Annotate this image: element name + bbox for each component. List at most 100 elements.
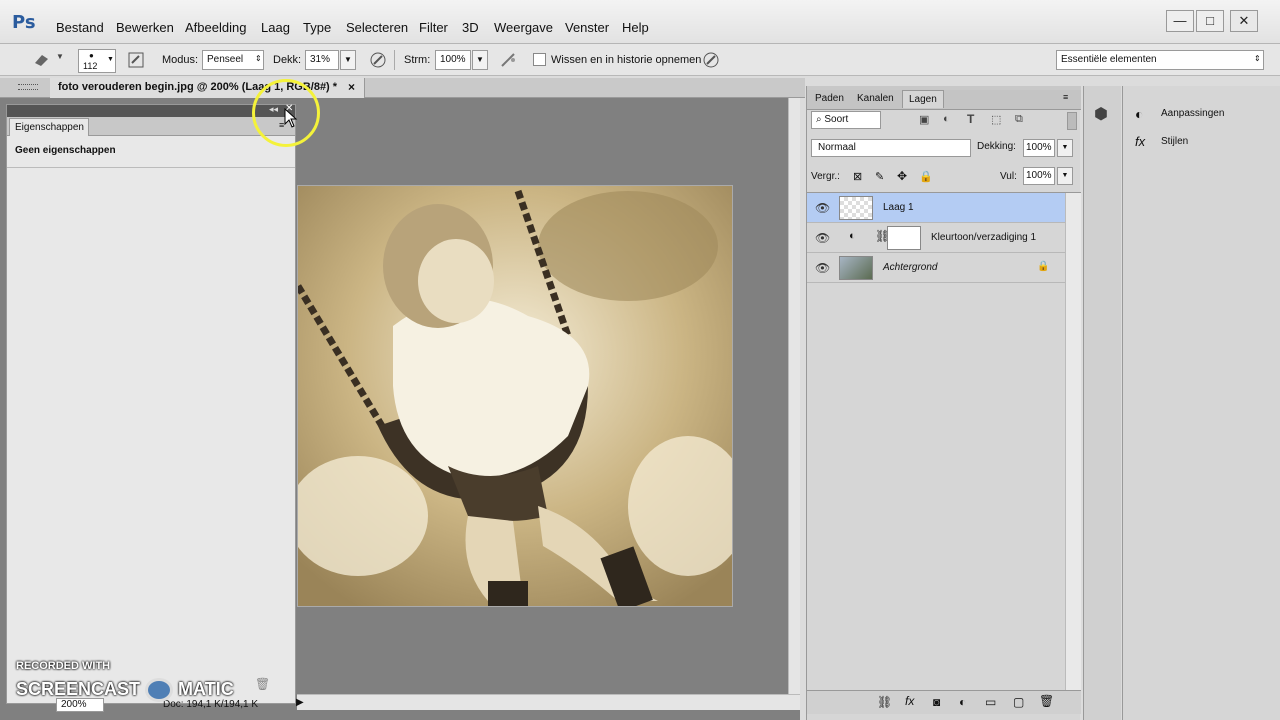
- pressure-opacity-icon[interactable]: [369, 51, 387, 72]
- opacity-input[interactable]: 100%: [1023, 139, 1055, 157]
- divider: [394, 50, 395, 70]
- new-group-icon[interactable]: ▭: [985, 695, 996, 709]
- eraser-tool-icon[interactable]: [32, 51, 52, 70]
- document-tab[interactable]: foto verouderen begin.jpg @ 200% (Laag 1…: [50, 78, 365, 98]
- visibility-eye-icon[interactable]: 👁: [815, 261, 830, 275]
- menu-help[interactable]: Help: [622, 20, 649, 35]
- lock-move-icon[interactable]: ✥: [897, 169, 907, 183]
- strm-input[interactable]: 100%: [435, 50, 471, 70]
- opacity-dropdown-icon[interactable]: ▼: [1057, 139, 1073, 157]
- visibility-eye-icon[interactable]: 👁: [815, 201, 830, 215]
- sepia-photo-child-on-swing[interactable]: [297, 185, 733, 607]
- layer-name[interactable]: Laag 1: [883, 202, 914, 213]
- type-filter-icon[interactable]: T: [967, 112, 974, 126]
- layer-name[interactable]: Kleurtoon/verzadiging 1: [931, 232, 1036, 243]
- adjustment-layer-icon: ◐: [849, 230, 856, 242]
- airbrush-icon[interactable]: [499, 51, 517, 72]
- menu-venster[interactable]: Venster: [565, 20, 609, 35]
- lock-brush-icon[interactable]: ✎: [875, 170, 884, 183]
- properties-panel: ◂◂ ✕ Eigenschappen ≡ Geen eigenschappen …: [6, 103, 296, 704]
- layer-filter-select[interactable]: ⌕ Soort: [811, 111, 881, 129]
- menu-selecteren[interactable]: Selecteren: [346, 20, 408, 35]
- vertical-scrollbar[interactable]: [788, 98, 800, 694]
- menu-type[interactable]: Type: [303, 20, 331, 35]
- layers-bottom-bar: ⛓ fx ◙ ◐ ▭ ▢ 🗑: [807, 690, 1081, 714]
- new-adjustment-icon[interactable]: ◐: [959, 695, 966, 709]
- smartobject-filter-icon[interactable]: ⧉: [1015, 113, 1023, 126]
- lock-label: Vergr.:: [811, 171, 840, 182]
- tab-paden[interactable]: Paden: [809, 90, 850, 108]
- menu-bar: Ps Bestand Bewerken Afbeelding Laag Type…: [0, 0, 1280, 44]
- adjustments-icon[interactable]: ◐: [1135, 106, 1143, 122]
- fill-input[interactable]: 100%: [1023, 167, 1055, 185]
- status-arrow-icon[interactable]: ▶: [296, 697, 304, 708]
- lock-transparency-icon[interactable]: ⊠: [853, 170, 862, 183]
- layer-row-kleurtoon[interactable]: 👁 ◐ ⛓ Kleurtoon/verzadiging 1: [807, 223, 1065, 253]
- workspace-updown-icon: ⇕: [1254, 54, 1261, 63]
- minimize-button[interactable]: —: [1166, 10, 1194, 32]
- menu-laag[interactable]: Laag: [261, 20, 290, 35]
- dekk-dropdown-icon[interactable]: ▼: [340, 50, 356, 70]
- watermark-line2: SCREENCAST: [16, 678, 141, 699]
- grip-icon[interactable]: [18, 84, 38, 90]
- tool-preset-chevron-icon[interactable]: ▼: [56, 52, 64, 61]
- menu-bestand[interactable]: Bestand: [56, 20, 104, 35]
- opacity-label: Dekking:: [977, 141, 1016, 152]
- menu-afbeelding[interactable]: Afbeelding: [185, 20, 246, 35]
- adjustment-filter-icon[interactable]: ◐: [943, 113, 950, 125]
- layer-mask-thumbnail: [887, 226, 921, 250]
- styles-label[interactable]: Stijlen: [1161, 136, 1188, 147]
- menu-3d[interactable]: 3D: [462, 20, 479, 35]
- tab-kanalen[interactable]: Kanalen: [851, 90, 900, 108]
- brush-size-picker[interactable]: ● 112 ▼: [78, 49, 116, 73]
- document-tab-close-icon[interactable]: ×: [348, 80, 355, 94]
- 3d-cube-icon[interactable]: ⬢: [1094, 104, 1108, 124]
- divider: [7, 167, 295, 168]
- maximize-button[interactable]: □: [1196, 10, 1224, 32]
- fill-dropdown-icon[interactable]: ▼: [1057, 167, 1073, 185]
- adjustments-label[interactable]: Aanpassingen: [1161, 108, 1224, 119]
- new-layer-icon[interactable]: ▢: [1013, 695, 1024, 709]
- strm-label: Strm:: [404, 54, 431, 66]
- visibility-eye-icon[interactable]: 👁: [815, 231, 830, 245]
- pressure-size-icon[interactable]: [702, 51, 720, 72]
- strm-dropdown-icon[interactable]: ▼: [472, 50, 488, 70]
- delete-layer-icon[interactable]: 🗑: [1039, 694, 1054, 708]
- pixel-filter-icon[interactable]: ▣: [919, 113, 929, 126]
- horizontal-scrollbar[interactable]: [297, 694, 800, 710]
- layer-thumbnail: [839, 196, 873, 220]
- history-checkbox[interactable]: [533, 53, 546, 66]
- shape-filter-icon[interactable]: ⬚: [991, 113, 1001, 126]
- no-properties-text: Geen eigenschappen: [15, 145, 116, 156]
- lock-all-icon[interactable]: 🔒: [919, 170, 933, 183]
- menu-filter[interactable]: Filter: [419, 20, 448, 35]
- menu-weergave[interactable]: Weergave: [494, 20, 553, 35]
- watermark-logo-icon: [145, 678, 174, 702]
- blend-mode-select[interactable]: Normaal: [811, 139, 971, 157]
- fill-label: Vul:: [1000, 171, 1017, 182]
- layers-scrollbar[interactable]: [1065, 193, 1081, 695]
- add-mask-icon[interactable]: ◙: [933, 695, 940, 709]
- layers-panel: Paden Kanalen Lagen ≡ ⌕ Soort ▣ ◐ T ⬚ ⧉ …: [806, 86, 1081, 720]
- dekk-input[interactable]: 31%: [305, 50, 339, 70]
- styles-icon[interactable]: fx: [1135, 134, 1145, 149]
- layer-name[interactable]: Achtergrond: [883, 262, 937, 273]
- brush-panel-icon[interactable]: [128, 52, 144, 71]
- panel-menu-icon[interactable]: ≡: [1063, 92, 1068, 102]
- tab-lagen[interactable]: Lagen: [902, 90, 944, 108]
- cursor-arrow-icon: [284, 107, 298, 133]
- tab-eigenschappen[interactable]: Eigenschappen: [9, 118, 89, 136]
- filter-label: Soort: [824, 114, 849, 125]
- panel-icon-strip: ⬢: [1083, 86, 1121, 720]
- layer-thumbnail: [839, 256, 873, 280]
- fx-icon[interactable]: fx: [905, 694, 914, 708]
- layer-row-laag-1[interactable]: 👁 Laag 1: [807, 193, 1065, 223]
- close-window-button[interactable]: ✕: [1230, 10, 1258, 32]
- workspace-select[interactable]: Essentiële elementen: [1056, 50, 1264, 70]
- trash-icon[interactable]: 🗑: [255, 677, 270, 691]
- options-bar: ▼ ● 112 ▼ Modus: Penseel ⇕ Dekk: 31% ▼ S…: [0, 44, 1280, 76]
- menu-bewerken[interactable]: Bewerken: [116, 20, 174, 35]
- layer-row-achtergrond[interactable]: 👁 Achtergrond 🔒: [807, 253, 1065, 283]
- link-layers-icon[interactable]: ⛓: [877, 695, 892, 709]
- filter-toggle[interactable]: [1067, 112, 1077, 130]
